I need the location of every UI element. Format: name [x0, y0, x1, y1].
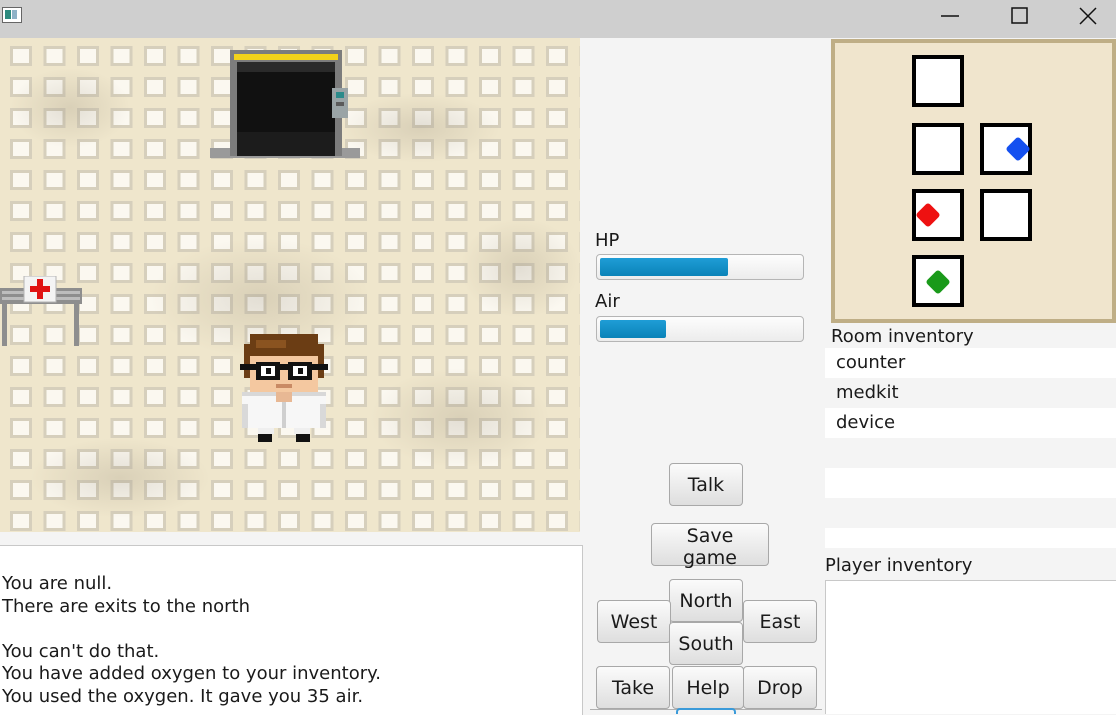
maximize-button[interactable] [986, 0, 1054, 32]
save-game-button[interactable]: Save game [651, 523, 769, 569]
map-room-current [912, 189, 964, 241]
room-inventory-label: Room inventory [831, 326, 974, 347]
west-button[interactable]: West [597, 600, 671, 643]
player-inventory-list[interactable] [825, 580, 1116, 714]
hp-bar [596, 254, 804, 280]
game-view[interactable] [0, 38, 580, 532]
list-item[interactable]: device [825, 408, 1116, 438]
red-marker-icon [915, 202, 941, 228]
air-bar [596, 316, 804, 342]
map-room [912, 55, 964, 107]
hp-label: HP [595, 230, 620, 251]
green-marker-icon [925, 269, 951, 295]
minimap [831, 39, 1116, 323]
map-room [980, 189, 1032, 241]
north-button[interactable]: North [669, 579, 743, 622]
room-inventory-list[interactable]: counter medkit device [825, 348, 1116, 548]
title-bar [0, 0, 1116, 38]
minimize-button[interactable] [916, 0, 984, 32]
north-exit-door[interactable] [210, 48, 360, 160]
take-button[interactable]: Take [596, 666, 670, 709]
log-line: There are exits to the north [2, 596, 251, 617]
list-item[interactable] [825, 468, 1116, 498]
air-bar-fill [600, 320, 666, 338]
log-line: You are null. [2, 573, 113, 594]
log-line: You used the oxygen. It gave you 35 air. [2, 686, 364, 707]
east-button[interactable]: East [743, 600, 817, 643]
medkit-icon[interactable] [23, 276, 57, 303]
help-button[interactable]: Help [672, 666, 744, 709]
log-line: You have added oxygen to your inventory. [2, 663, 381, 684]
maximize-icon [1011, 7, 1028, 24]
player-inventory-label: Player inventory [825, 555, 973, 576]
counter[interactable] [0, 276, 84, 351]
blue-marker-icon [1005, 136, 1031, 162]
app-icon [2, 7, 22, 23]
focused-button-edge[interactable] [676, 708, 736, 714]
drop-button[interactable]: Drop [743, 666, 817, 709]
close-icon [1079, 7, 1097, 25]
south-button[interactable]: South [669, 622, 743, 665]
air-label: Air [595, 291, 620, 312]
hp-bar-fill [600, 258, 728, 276]
list-item[interactable] [825, 498, 1116, 528]
talk-button[interactable]: Talk [669, 463, 743, 506]
list-item[interactable]: counter [825, 348, 1116, 378]
minimize-icon [941, 15, 959, 17]
list-item[interactable] [825, 528, 1116, 548]
map-room [980, 123, 1032, 175]
message-log[interactable]: You are null. There are exits to the nor… [0, 545, 583, 715]
player-character [240, 334, 328, 442]
close-button[interactable] [1054, 0, 1116, 32]
list-item[interactable] [825, 438, 1116, 468]
list-item[interactable]: medkit [825, 378, 1116, 408]
log-line: You can't do that. [2, 641, 160, 662]
map-room [912, 123, 964, 175]
map-room [912, 255, 964, 307]
